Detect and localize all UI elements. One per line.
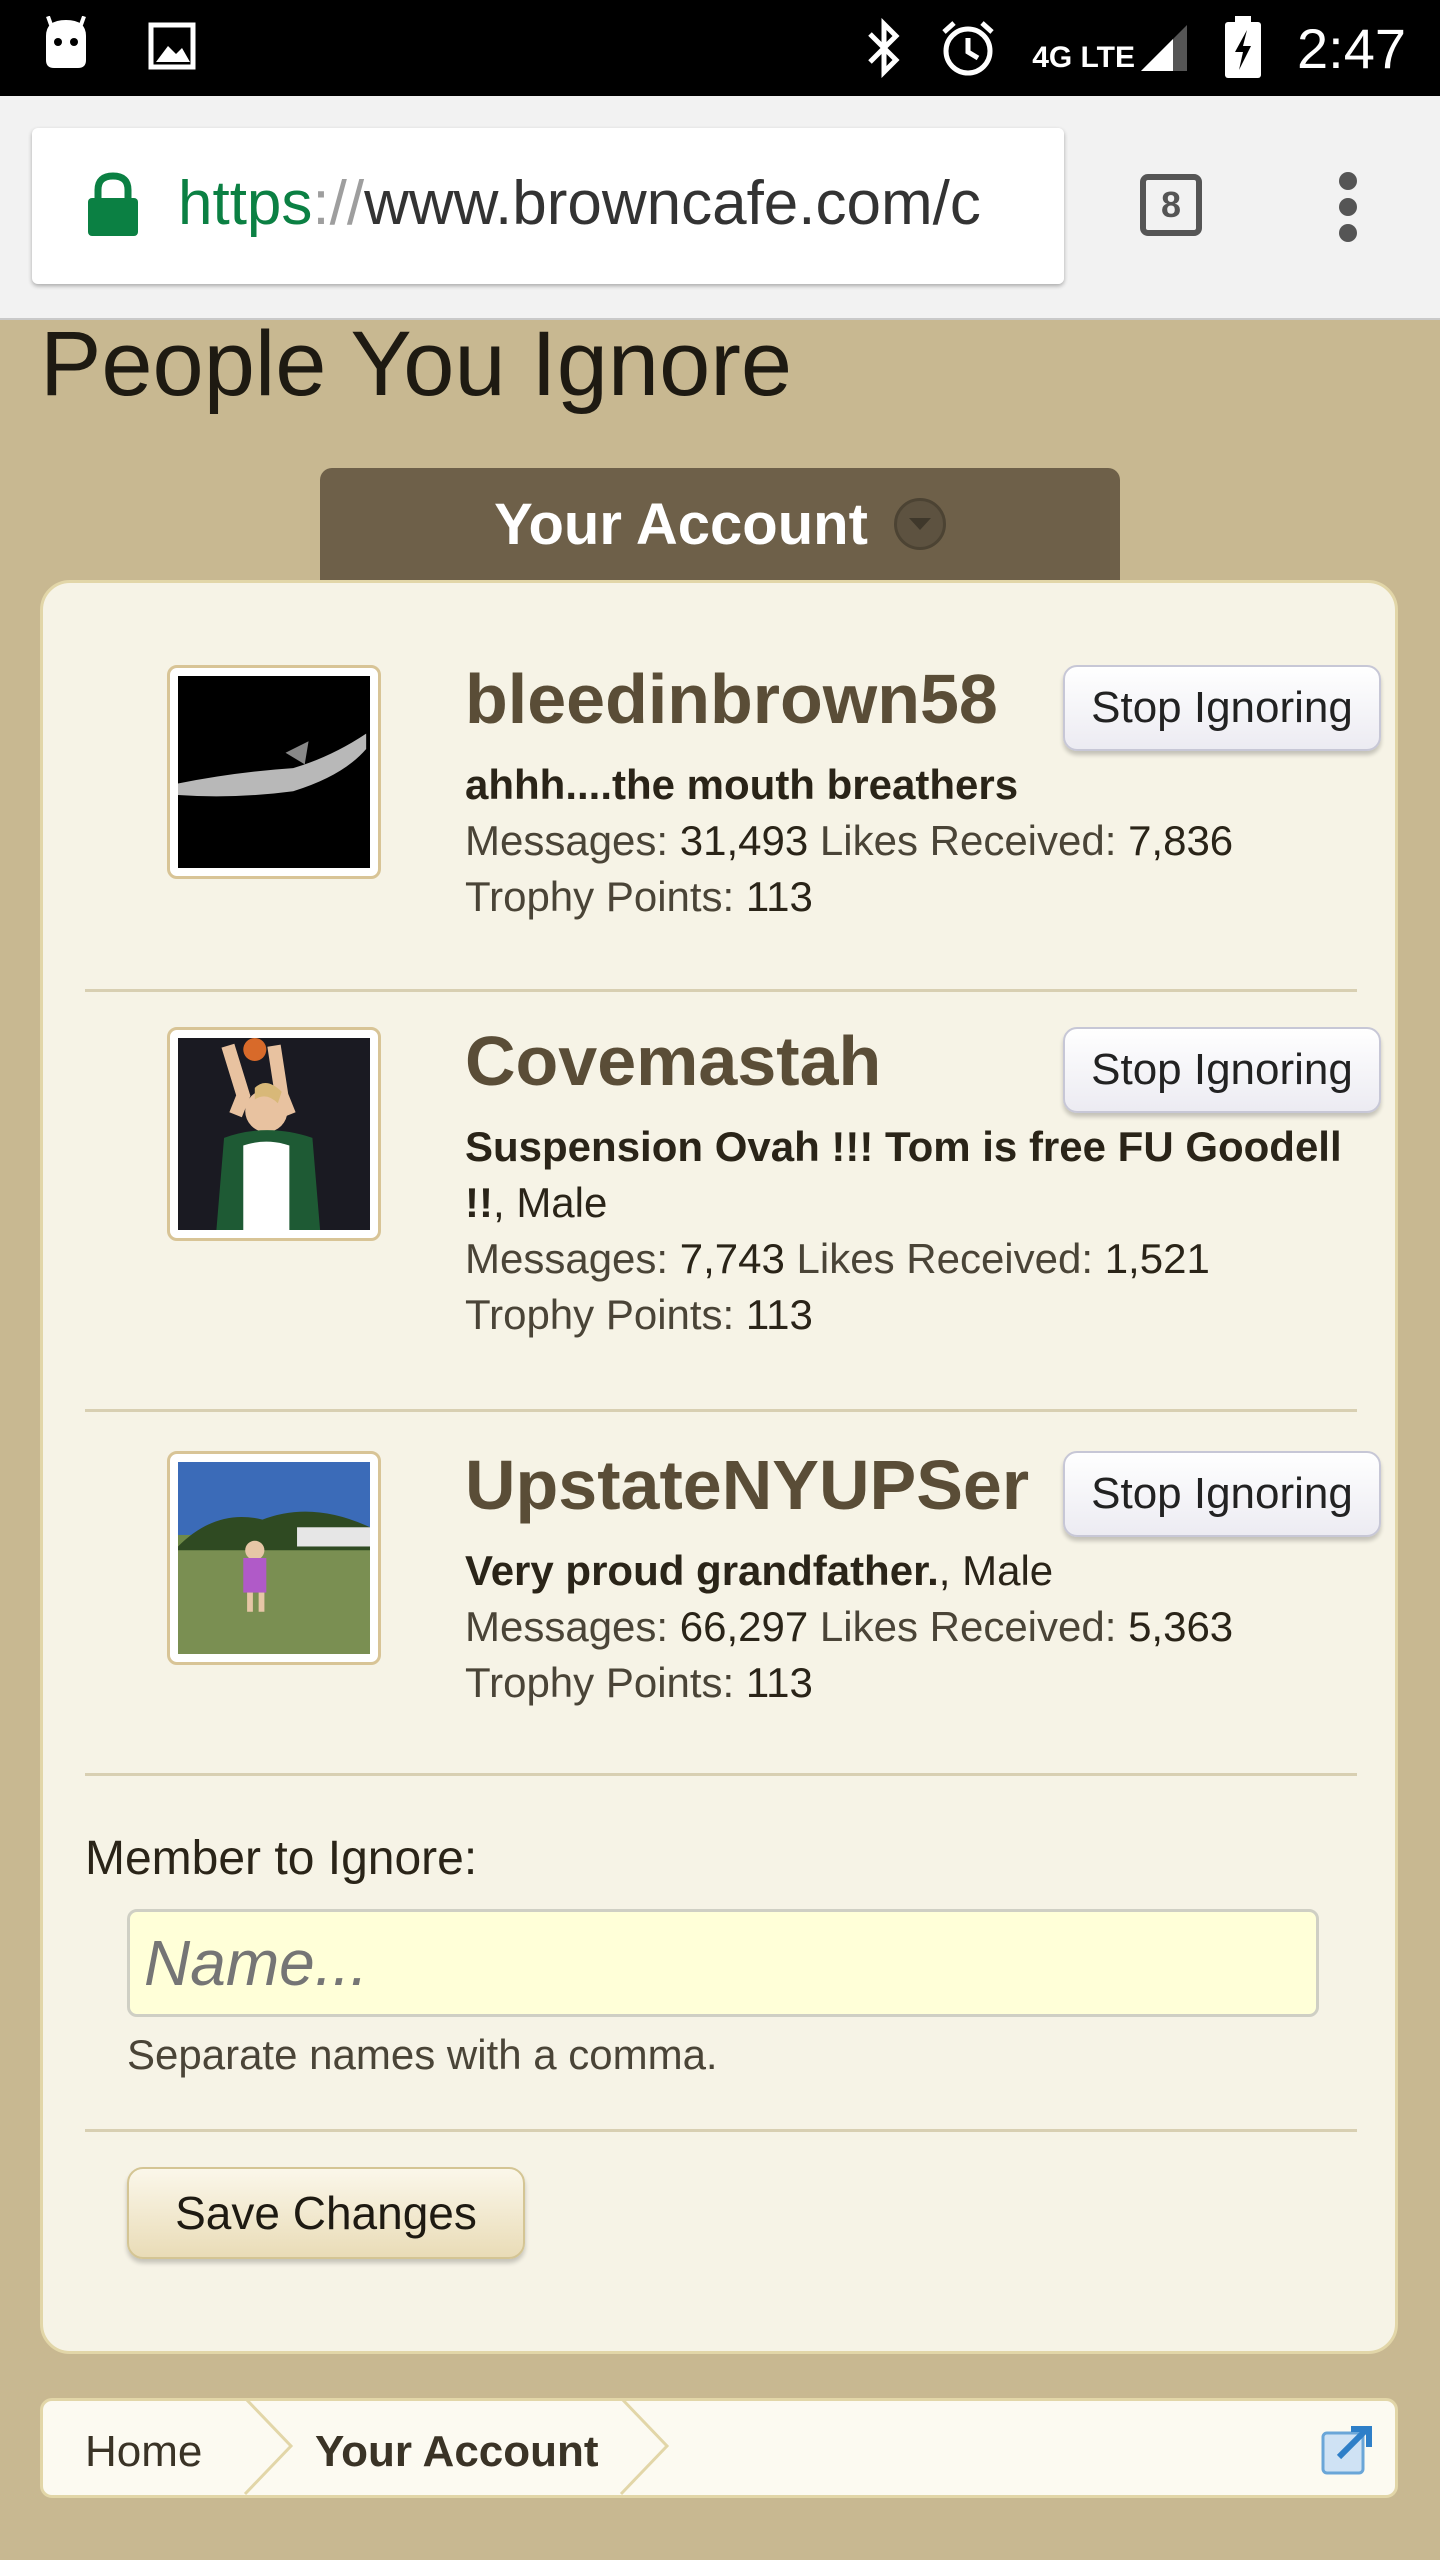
- username-link[interactable]: bleedinbrown58: [465, 659, 998, 739]
- tab-count: 8: [1160, 184, 1182, 225]
- overflow-menu-icon[interactable]: [1330, 172, 1366, 242]
- user-gender: , Male: [492, 1179, 608, 1226]
- user-custom-title: ahhh....the mouth breathers: [465, 761, 1019, 808]
- android-icon: [46, 16, 86, 68]
- save-changes-button[interactable]: Save Changes: [127, 2167, 525, 2259]
- browser-toolbar: https://www.browncafe.com/c 8: [0, 96, 1440, 320]
- your-account-tab[interactable]: Your Account: [320, 468, 1120, 580]
- image-icon: [148, 22, 196, 70]
- breadcrumb-current[interactable]: Your Account: [315, 2427, 599, 2477]
- avatar[interactable]: [167, 1027, 381, 1241]
- username-link[interactable]: UpstateNYUPSer: [465, 1445, 1029, 1525]
- user-stats: Messages: 66,297 Likes Received: 5,363: [465, 1603, 1234, 1650]
- chevron-right-icon: [243, 2398, 294, 2496]
- url-bar[interactable]: https://www.browncafe.com/c: [32, 128, 1064, 284]
- user-gender: , Male: [938, 1547, 1054, 1594]
- list-item: Covemastah Stop Ignoring Suspension Ovah…: [85, 989, 1381, 1412]
- lock-icon: [88, 172, 138, 236]
- user-trophy-points: Trophy Points: 113: [465, 1659, 813, 1706]
- user-trophy-points: Trophy Points: 113: [465, 1291, 813, 1338]
- list-item: bleedinbrown58 Stop Ignoring ahhh....the…: [85, 583, 1381, 992]
- username-link[interactable]: Covemastah: [465, 1021, 881, 1101]
- url-host: www.browncafe.com/c: [364, 169, 981, 238]
- page-title: People You Ignore: [40, 313, 793, 415]
- status-bar: 4G LTE 2:47: [0, 0, 1440, 96]
- signal-icon: [1141, 25, 1187, 71]
- clock: 2:47: [1297, 16, 1406, 80]
- stop-ignoring-button[interactable]: Stop Ignoring: [1063, 1451, 1381, 1537]
- user-stats: Messages: 31,493 Likes Received: 7,836: [465, 817, 1234, 864]
- user-title: ahhh....the mouth breathers: [465, 757, 1385, 813]
- external-link-icon[interactable]: [1319, 2423, 1375, 2477]
- chevron-down-icon: [893, 498, 946, 550]
- url-separator: ://: [312, 169, 365, 238]
- url-text: https://www.browncafe.com/c: [178, 168, 981, 239]
- bluetooth-icon: [868, 18, 900, 78]
- separate-names-hint: Separate names with a comma.: [127, 2031, 718, 2078]
- user-custom-title: Very proud grandfather.: [465, 1547, 939, 1594]
- alarm-icon: [942, 21, 994, 76]
- chevron-right-icon: [619, 2398, 670, 2496]
- network-indicator: 4G LTE: [1032, 23, 1189, 73]
- user-stats: Messages: 7,743 Likes Received: 1,521: [465, 1235, 1210, 1282]
- member-name-input[interactable]: [127, 1909, 1319, 2017]
- url-scheme: https: [178, 169, 313, 238]
- list-item: UpstateNYUPSer Stop Ignoring Very proud …: [85, 1409, 1381, 1776]
- user-title: Suspension Ovah !!! Tom is free FU Goode…: [465, 1119, 1385, 1231]
- avatar[interactable]: [167, 1451, 381, 1665]
- form-divider: [85, 2129, 1357, 2132]
- user-title: Very proud grandfather., Male: [465, 1543, 1385, 1599]
- member-to-ignore-label: Member to Ignore:: [85, 1832, 478, 1885]
- battery-charging-icon: [1225, 16, 1261, 78]
- your-account-label: Your Account: [494, 491, 868, 557]
- breadcrumb: Home Your Account: [40, 2398, 1398, 2498]
- stop-ignoring-button[interactable]: Stop Ignoring: [1063, 1027, 1381, 1113]
- breadcrumb-home[interactable]: Home: [85, 2427, 202, 2477]
- tab-switcher-button[interactable]: 8: [1140, 174, 1202, 236]
- user-trophy-points: Trophy Points: 113: [465, 873, 813, 920]
- stop-ignoring-button[interactable]: Stop Ignoring: [1063, 665, 1381, 751]
- avatar[interactable]: [167, 665, 381, 879]
- ignore-list-panel: bleedinbrown58 Stop Ignoring ahhh....the…: [40, 580, 1398, 2354]
